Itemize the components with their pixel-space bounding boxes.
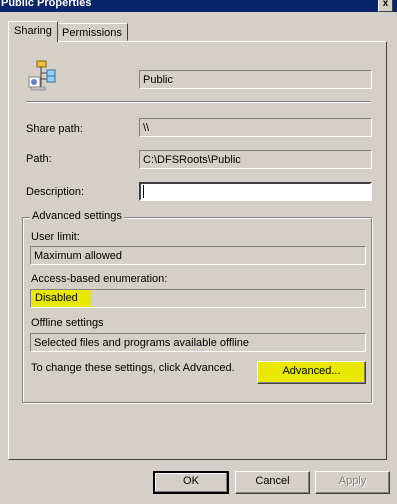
ok-button-label: OK [183,475,199,487]
cancel-button-label: Cancel [255,475,290,487]
close-icon: x [382,0,389,9]
cancel-button[interactable]: Cancel [235,471,310,494]
close-button[interactable]: x [378,0,393,12]
ok-button[interactable]: OK [153,471,229,494]
apply-button[interactable]: Apply [315,471,390,494]
tab-permissions[interactable]: Permissions [56,23,128,41]
tab-sharing-label: Sharing [14,25,52,37]
tab-permissions-label: Permissions [62,27,122,39]
sharing-panel [8,41,387,460]
title-bar: Public Properties x [0,0,397,12]
apply-button-label: Apply [338,475,367,487]
window-title: Public Properties [1,0,92,9]
tab-sharing[interactable]: Sharing [8,21,58,42]
